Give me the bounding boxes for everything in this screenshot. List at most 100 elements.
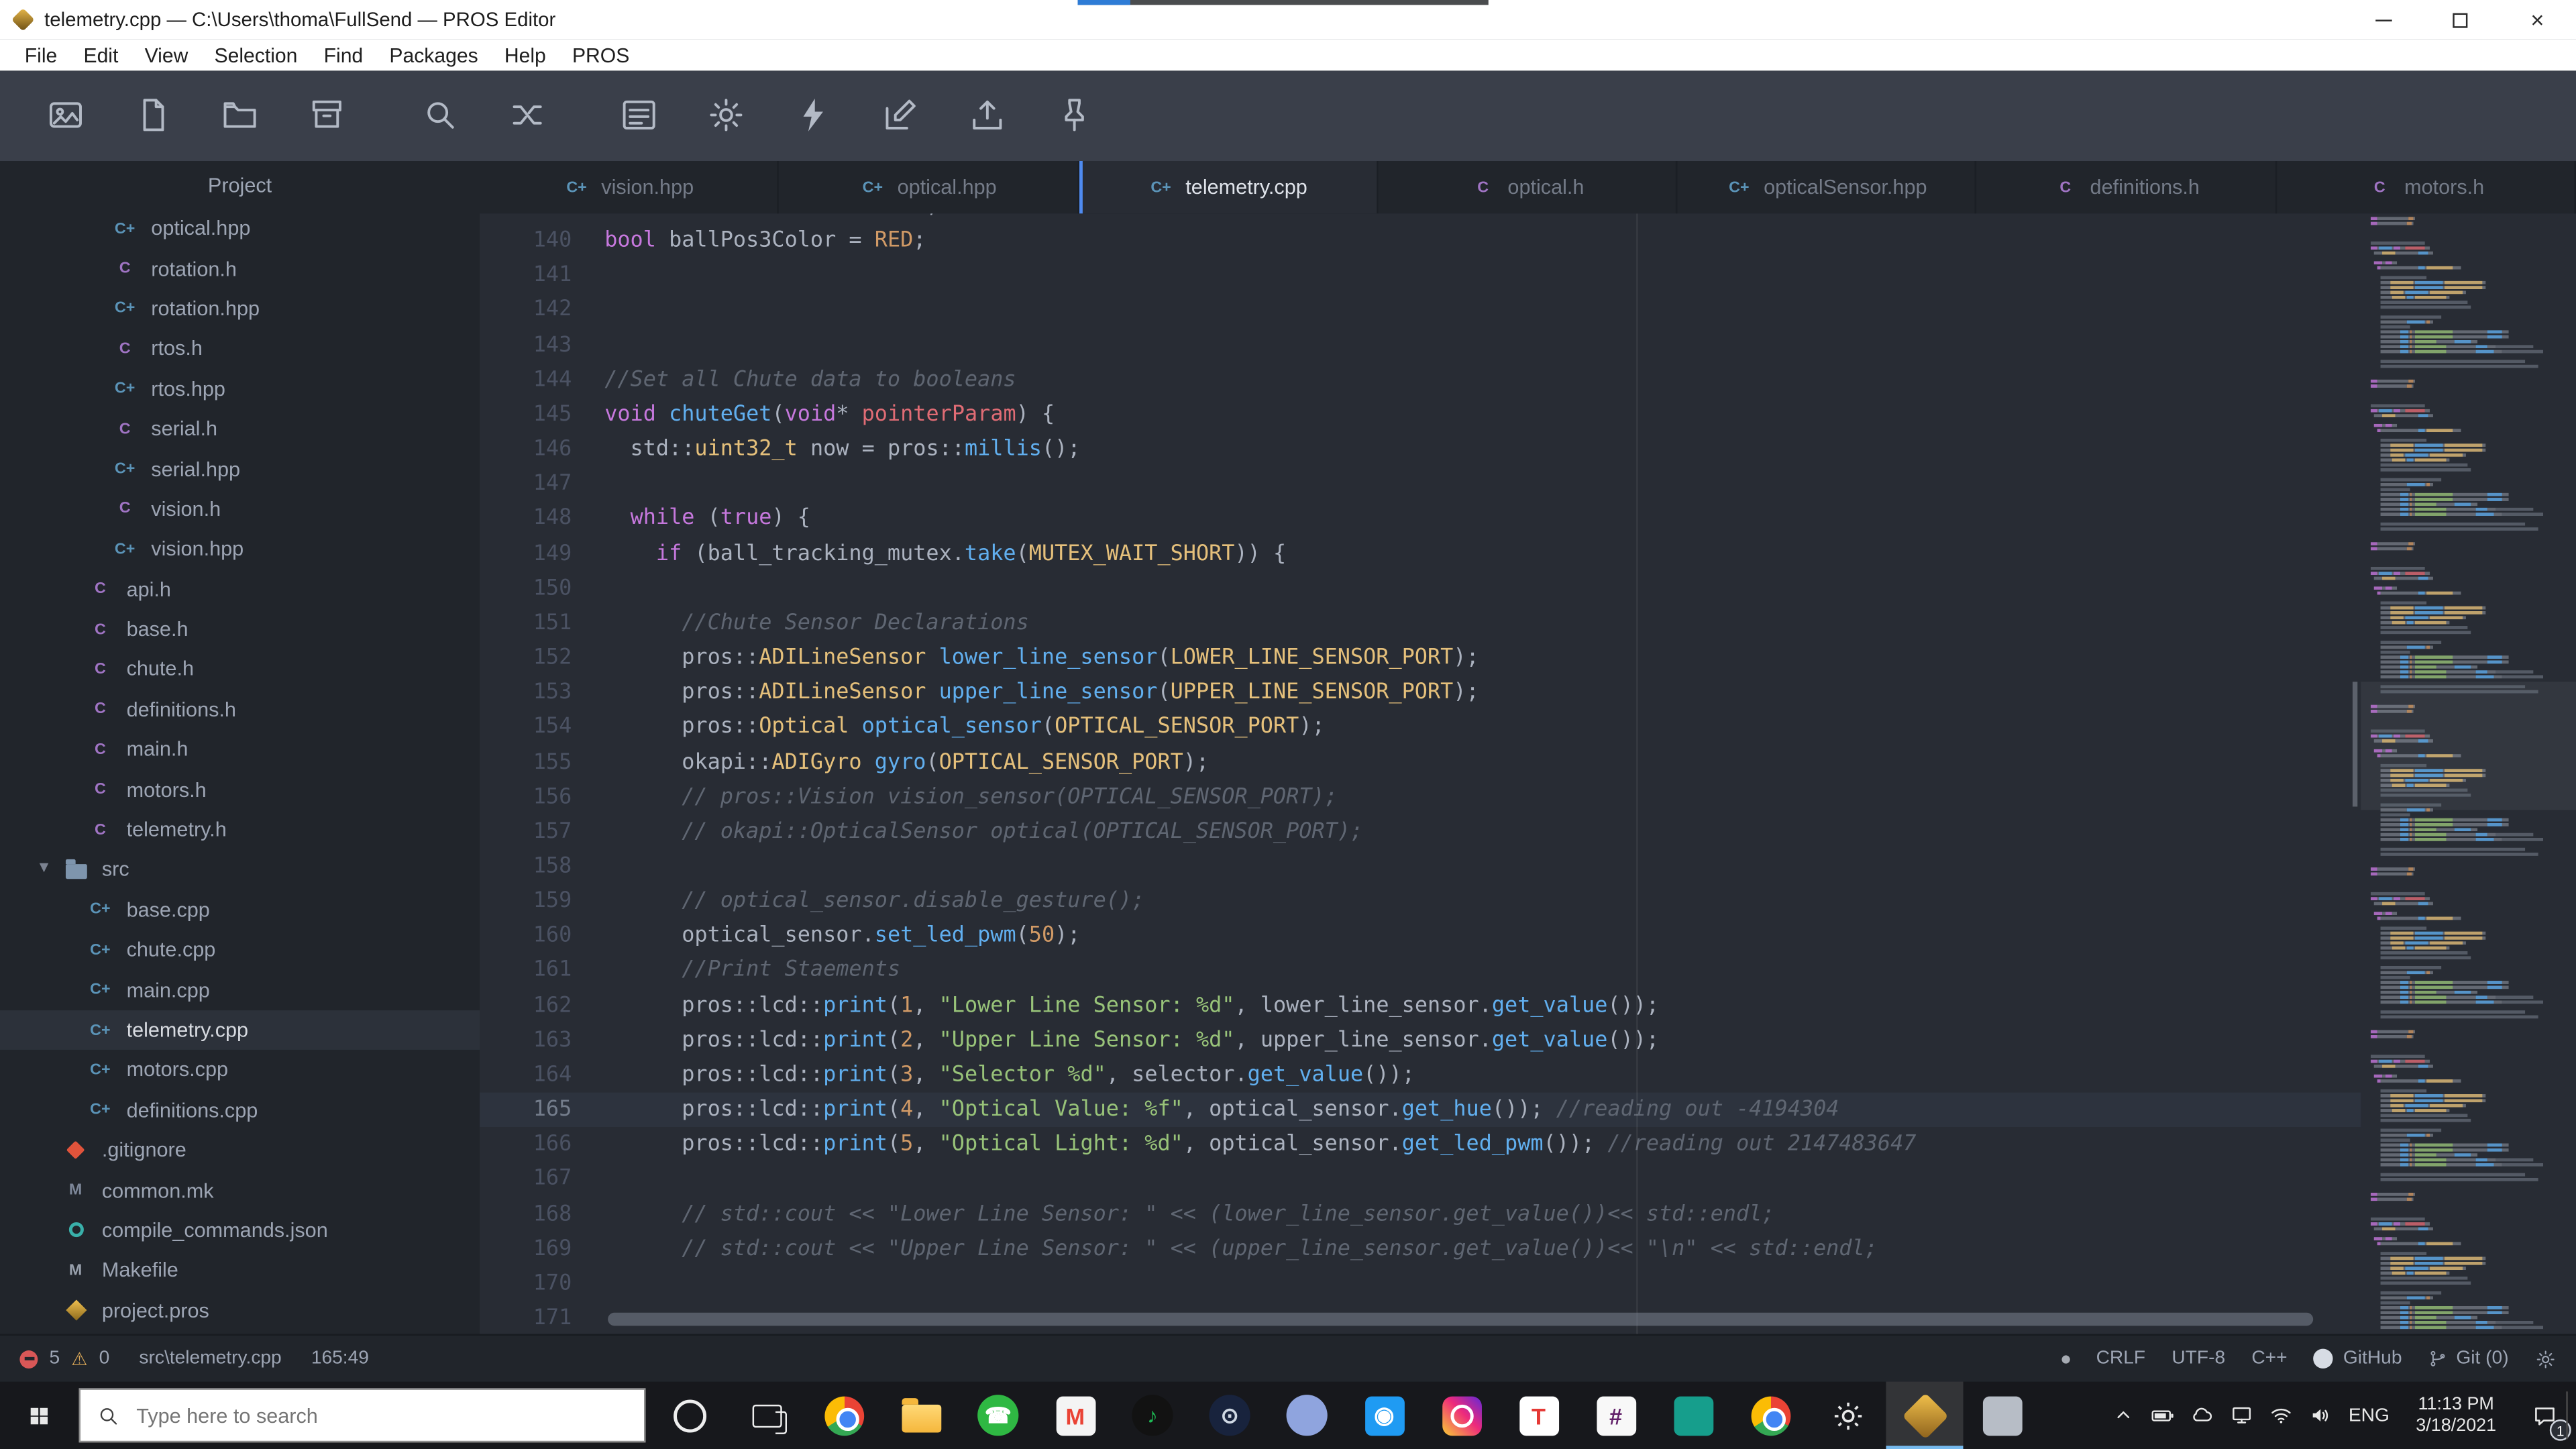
tree-item-src[interactable]: ▾ src <box>0 850 480 890</box>
github-status[interactable]: GitHub <box>2313 1348 2402 1369</box>
toolbar-image-icon[interactable] <box>46 95 86 135</box>
start-button[interactable] <box>0 1382 79 1449</box>
tab-telemetry-cpp[interactable]: C+ telemetry.cpp <box>1078 161 1379 214</box>
cortana-icon[interactable] <box>651 1382 728 1449</box>
close-button[interactable]: × <box>2499 0 2576 40</box>
instagram-icon[interactable] <box>1423 1382 1500 1449</box>
tree-item-serial-h[interactable]: Cserial.h <box>0 409 480 449</box>
teal-app-icon[interactable] <box>1654 1382 1731 1449</box>
gray-app-icon[interactable] <box>1964 1382 2041 1449</box>
spotify-icon[interactable]: ♪ <box>1114 1382 1191 1449</box>
tree-item-vision-hpp[interactable]: C+ vision.hpp <box>0 529 480 570</box>
tab-vision-hpp[interactable]: C+ vision.hpp <box>480 161 780 214</box>
tab-optical-h[interactable]: Coptical.h <box>1378 161 1678 214</box>
clock[interactable]: 11:13 PM 3/18/2021 <box>2399 1394 2514 1437</box>
tab-motors-h[interactable]: Cmotors.h <box>2277 161 2576 214</box>
toolbar-archive-icon[interactable] <box>307 95 347 135</box>
toolbar-shuffle-icon[interactable] <box>508 95 547 135</box>
tree-item-rtos-hpp[interactable]: C+ rtos.hpp <box>0 369 480 409</box>
tree-item-telemetry-cpp[interactable]: C+ telemetry.cpp <box>0 1010 480 1051</box>
line-ending-indicator[interactable]: CRLF <box>2096 1349 2146 1368</box>
gmail-icon[interactable]: M <box>1036 1382 1114 1449</box>
tree-item-project-pros[interactable]: project.pros <box>0 1291 480 1331</box>
toolbar-search-icon[interactable] <box>421 95 460 135</box>
tree-item-base-h[interactable]: Cbase.h <box>0 609 480 649</box>
chrome-icon[interactable] <box>805 1382 882 1449</box>
git-status[interactable]: Git (0) <box>2428 1349 2509 1368</box>
menu-item-packages[interactable]: Packages <box>376 44 491 66</box>
minimap[interactable] <box>2361 213 2576 1334</box>
show-desktop-button[interactable] <box>2566 1391 2576 1440</box>
tree-item-telemetry-h[interactable]: Ctelemetry.h <box>0 810 480 850</box>
tree-item-chute-h[interactable]: Cchute.h <box>0 649 480 690</box>
keyboard-language[interactable]: ENG <box>2339 1405 2398 1425</box>
red-t-app-icon[interactable]: T <box>1500 1382 1577 1449</box>
tree-item-chute-cpp[interactable]: C+ chute.cpp <box>0 930 480 970</box>
onedrive-cloud-icon[interactable] <box>2182 1382 2221 1449</box>
vertical-scrollbar[interactable] <box>2352 682 2358 807</box>
camera-app-icon[interactable]: ◉ <box>1346 1382 1423 1449</box>
tree-item-rtos-h[interactable]: Crtos.h <box>0 329 480 369</box>
menu-item-edit[interactable]: Edit <box>70 44 131 66</box>
pros-icon[interactable] <box>1886 1381 1964 1449</box>
encoding-indicator[interactable]: UTF-8 <box>2171 1349 2225 1368</box>
menu-item-file[interactable]: File <box>11 44 70 66</box>
status-gear-icon[interactable] <box>2535 1348 2557 1369</box>
menu-item-find[interactable]: Find <box>311 44 376 66</box>
slack-icon[interactable]: # <box>1577 1382 1654 1449</box>
tree-item-vision-h[interactable]: Cvision.h <box>0 489 480 529</box>
taskbar-search[interactable] <box>78 1388 646 1443</box>
whatsapp-icon[interactable]: ☎ <box>959 1382 1036 1449</box>
file-path[interactable]: src\telemetry.cpp <box>139 1349 281 1368</box>
file-tree[interactable]: Project C+ optical.hpp Crotation.h C+ rotati… <box>0 161 480 1334</box>
toolbar-lightning-icon[interactable] <box>794 95 833 135</box>
tree-item-rotation-hpp[interactable]: C+ rotation.hpp <box>0 288 480 329</box>
code-editor[interactable]: 139 bool ballPos2Color = RED; 140 bool ball… <box>480 213 2576 1334</box>
tree-item-rotation-h[interactable]: Crotation.h <box>0 249 480 289</box>
discord-icon[interactable] <box>1269 1382 1346 1449</box>
toolbar-pin-icon[interactable] <box>1055 95 1094 135</box>
chevron-up-icon[interactable] <box>2103 1382 2143 1449</box>
toolbar-gear-icon[interactable] <box>706 95 746 135</box>
tree-item-base-cpp[interactable]: C+ base.cpp <box>0 890 480 930</box>
battery-icon[interactable] <box>2142 1382 2182 1449</box>
tree-item--gitignore[interactable]: .gitignore <box>0 1130 480 1171</box>
tree-item-main-cpp[interactable]: C+ main.cpp <box>0 970 480 1010</box>
minimize-button[interactable] <box>2345 0 2422 40</box>
file-explorer-icon[interactable] <box>882 1382 959 1449</box>
colorful-app-icon[interactable] <box>1731 1382 1809 1449</box>
ethernet-icon[interactable] <box>2221 1382 2261 1449</box>
tree-item-makefile[interactable]: M Makefile <box>0 1250 480 1291</box>
horizontal-scrollbar[interactable] <box>608 1312 2314 1326</box>
toolbar-upload-icon[interactable] <box>967 95 1007 135</box>
toolbar-checklist-icon[interactable] <box>619 95 659 135</box>
toolbar-new-file-icon[interactable] <box>133 95 172 135</box>
tree-item-optical-hpp[interactable]: C+ optical.hpp <box>0 209 480 249</box>
tree-item-definitions-cpp[interactable]: C+ definitions.cpp <box>0 1090 480 1130</box>
tree-item-definitions-h[interactable]: Cdefinitions.h <box>0 690 480 730</box>
language-indicator[interactable]: C++ <box>2251 1349 2287 1368</box>
tree-item-serial-hpp[interactable]: C+ serial.hpp <box>0 449 480 489</box>
menu-item-selection[interactable]: Selection <box>201 44 311 66</box>
search-input[interactable] <box>133 1402 628 1429</box>
wifi-icon[interactable] <box>2261 1382 2300 1449</box>
tree-item-api-h[interactable]: Capi.h <box>0 570 480 610</box>
tab-optical-hpp[interactable]: C+ optical.hpp <box>780 161 1079 214</box>
maximize-button[interactable] <box>2422 0 2499 40</box>
task-view-icon[interactable] <box>728 1382 805 1449</box>
tree-item-main-h[interactable]: Cmain.h <box>0 730 480 770</box>
steam-icon[interactable]: ⊙ <box>1191 1382 1269 1449</box>
toolbar-edit-upload-icon[interactable] <box>881 95 920 135</box>
tree-item-motors-h[interactable]: Cmotors.h <box>0 769 480 810</box>
menu-item-view[interactable]: View <box>131 44 201 66</box>
tree-item-motors-cpp[interactable]: C+ motors.cpp <box>0 1050 480 1090</box>
volume-icon[interactable] <box>2300 1382 2340 1449</box>
settings-gear-icon[interactable] <box>1809 1382 1886 1449</box>
tab-opticalsensor-hpp[interactable]: C+ opticalSensor.hpp <box>1678 161 1978 214</box>
cursor-position[interactable]: 165:49 <box>311 1349 369 1368</box>
menu-item-help[interactable]: Help <box>491 44 559 66</box>
tree-item-compile-commands-json[interactable]: compile_commands.json <box>0 1210 480 1250</box>
tab-definitions-h[interactable]: Cdefinitions.h <box>1977 161 2277 214</box>
diagnostics-indicator[interactable]: 5 ⚠ 0 <box>19 1348 109 1369</box>
toolbar-open-folder-icon[interactable] <box>220 95 260 135</box>
